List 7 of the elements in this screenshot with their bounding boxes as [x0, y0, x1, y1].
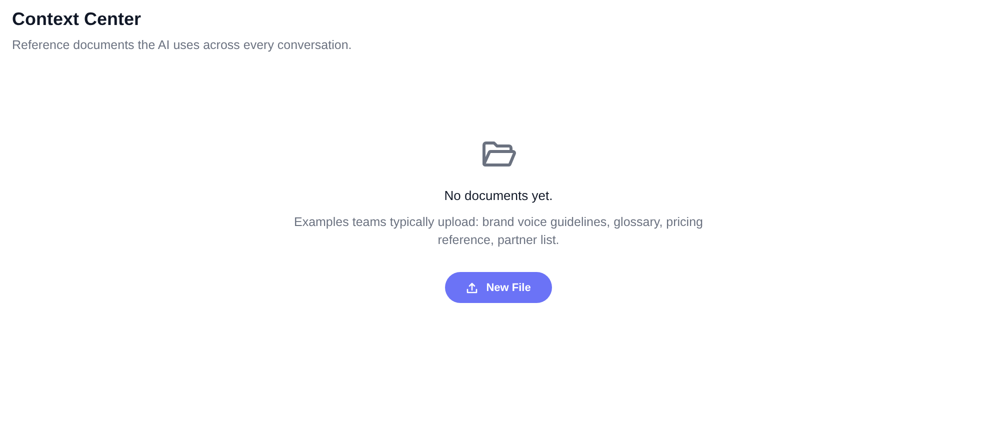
empty-heading: No documents yet. — [444, 188, 553, 203]
new-file-button[interactable]: New File — [445, 272, 552, 303]
folder-icon — [480, 140, 516, 168]
empty-description: Examples teams typically upload: brand voice guidelines, glossary, pricing reference, partner list. — [294, 214, 704, 249]
page-subtitle: Reference documents the AI uses across every conversation. — [12, 38, 353, 52]
page-title: Context Center — [12, 8, 142, 30]
upload-icon — [466, 282, 478, 294]
